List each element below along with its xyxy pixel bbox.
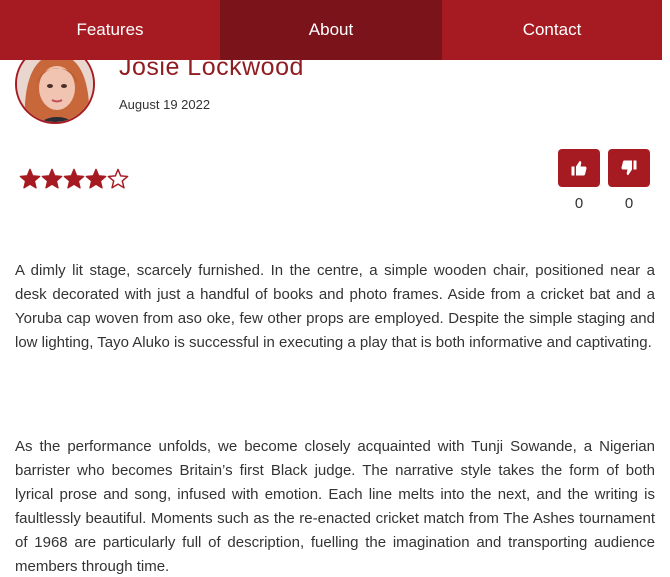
star-filled-icon	[63, 168, 85, 189]
star-filled-icon	[19, 168, 41, 189]
thumbs-up-icon	[571, 160, 587, 176]
dislike-button[interactable]	[608, 149, 650, 187]
review-date: August 19 2022	[119, 97, 211, 112]
star-filled-icon	[85, 168, 107, 189]
nav-tab-features[interactable]: Features	[0, 0, 220, 60]
star-filled-icon	[41, 168, 63, 189]
review-paragraph: As the performance unfolds, we become cl…	[15, 438, 655, 575]
thumbs-down-icon	[621, 160, 637, 176]
dislike-count: 0	[624, 195, 634, 212]
star-rating	[19, 168, 129, 190]
like-button[interactable]	[558, 149, 600, 187]
nav-tab-about[interactable]: About	[220, 0, 442, 60]
review-paragraph: A dimly lit stage, scarcely furnished. I…	[15, 262, 655, 351]
star-outline-icon	[107, 168, 129, 189]
top-navigation: Features About Contact	[0, 0, 662, 60]
like-count: 0	[574, 195, 584, 212]
nav-tab-contact[interactable]: Contact	[442, 0, 662, 60]
